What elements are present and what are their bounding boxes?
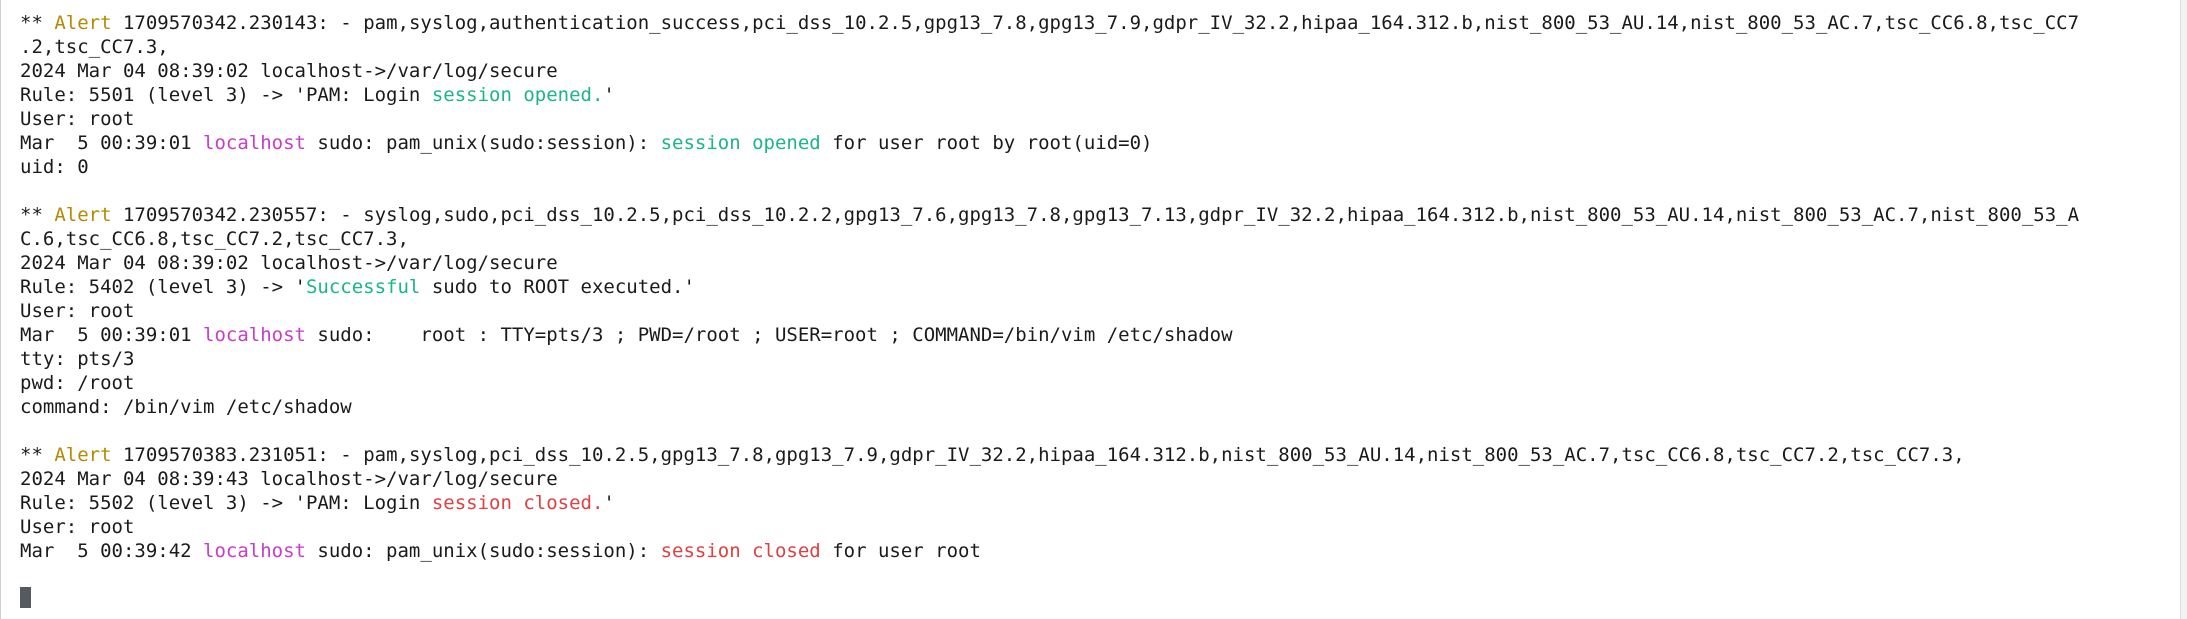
log-message: sudo: root : TTY=pts/3 ; PWD=/root ; USE… bbox=[305, 324, 1233, 346]
alert-field-line: pwd: /root bbox=[20, 372, 135, 394]
alert-field-line: tty: pts/3 bbox=[20, 348, 135, 370]
alert-log-line: Mar 5 00:39:01 localhost sudo: root : TT… bbox=[20, 323, 2180, 347]
alert-user-line: User: root bbox=[20, 516, 135, 538]
terminal-window[interactable]: ** Alert 1709570342.230143: - pam,syslog… bbox=[0, 0, 2180, 619]
log-hostname: localhost bbox=[203, 132, 306, 154]
alert-user-line: User: root bbox=[20, 300, 135, 322]
alert-header: ** Alert 1709570383.231051: - pam,syslog… bbox=[20, 443, 2180, 467]
alert-header-text: 1709570342.230557: - syslog,sudo,pci_dss… bbox=[111, 204, 2080, 226]
rule-text: Rule: 5502 (level 3) -> 'PAM: Login bbox=[20, 492, 432, 514]
alert-label: Alert bbox=[54, 12, 112, 34]
log-timestamp: Mar 5 00:39:01 bbox=[20, 324, 204, 346]
log-hostname: localhost bbox=[203, 540, 306, 562]
log-hostname: localhost bbox=[203, 324, 306, 346]
alert-entry: ** Alert 1709570342.230557: - syslog,sud… bbox=[20, 203, 2180, 419]
alert-log-line: Mar 5 00:39:01 localhost sudo: pam_unix(… bbox=[20, 131, 2180, 155]
alert-label: Alert bbox=[54, 444, 112, 466]
alert-entry: ** Alert 1709570383.231051: - pam,syslog… bbox=[20, 443, 2180, 563]
rule-text-end: sudo to ROOT executed.' bbox=[420, 276, 695, 298]
rule-text: Rule: 5402 (level 3) -> ' bbox=[20, 276, 306, 298]
alert-rule-line: Rule: 5501 (level 3) -> 'PAM: Login sess… bbox=[20, 83, 2180, 107]
alert-prefix: ** bbox=[20, 204, 55, 226]
scrollbar[interactable] bbox=[2180, 0, 2187, 619]
alert-rule-line: Rule: 5502 (level 3) -> 'PAM: Login sess… bbox=[20, 491, 2180, 515]
alert-header-wrap: C.6,tsc_CC6.8,tsc_CC7.2,tsc_CC7.3, bbox=[20, 228, 409, 250]
alert-field-line: uid: 0 bbox=[20, 156, 89, 178]
alert-header-text: 1709570383.231051: - pam,syslog,pci_dss_… bbox=[111, 444, 1965, 466]
log-message: sudo: pam_unix(sudo:session): bbox=[305, 132, 661, 154]
alert-log-line: Mar 5 00:39:42 localhost sudo: pam_unix(… bbox=[20, 539, 2180, 563]
text-cursor bbox=[20, 587, 31, 608]
prompt-line[interactable] bbox=[20, 587, 31, 608]
alert-entry: ** Alert 1709570342.230143: - pam,syslog… bbox=[20, 11, 2180, 179]
terminal-output: ** Alert 1709570342.230143: - pam,syslog… bbox=[20, 11, 2180, 563]
rule-text-end: ' bbox=[603, 492, 615, 514]
alert-field-line: command: /bin/vim /etc/shadow bbox=[20, 396, 352, 418]
alert-date-line: 2024 Mar 04 08:39:02 localhost->/var/log… bbox=[20, 60, 558, 82]
log-message-end: for user root bbox=[820, 540, 981, 562]
alert-rule-line: Rule: 5402 (level 3) -> 'Successful sudo… bbox=[20, 275, 2180, 299]
rule-text: Rule: 5501 (level 3) -> 'PAM: Login bbox=[20, 84, 432, 106]
alert-header: ** Alert 1709570342.230143: - pam,syslog… bbox=[20, 11, 2180, 35]
rule-highlight: session closed. bbox=[431, 492, 604, 514]
rule-text-end: ' bbox=[603, 84, 615, 106]
log-highlight: session closed bbox=[660, 540, 821, 562]
log-timestamp: Mar 5 00:39:42 bbox=[20, 540, 204, 562]
alert-header-wrap: .2,tsc_CC7.3, bbox=[20, 36, 169, 58]
log-message: sudo: pam_unix(sudo:session): bbox=[305, 540, 661, 562]
alert-label: Alert bbox=[54, 204, 112, 226]
rule-highlight: Successful bbox=[305, 276, 421, 298]
log-message-end: for user root by root(uid=0) bbox=[820, 132, 1153, 154]
rule-highlight: session opened. bbox=[431, 84, 604, 106]
alert-prefix: ** bbox=[20, 12, 55, 34]
alert-header-text: 1709570342.230143: - pam,syslog,authenti… bbox=[111, 12, 2080, 34]
alert-prefix: ** bbox=[20, 444, 55, 466]
log-highlight: session opened bbox=[660, 132, 821, 154]
log-timestamp: Mar 5 00:39:01 bbox=[20, 132, 204, 154]
alert-header: ** Alert 1709570342.230557: - syslog,sud… bbox=[20, 203, 2180, 227]
alert-date-line: 2024 Mar 04 08:39:43 localhost->/var/log… bbox=[20, 468, 558, 490]
alert-date-line: 2024 Mar 04 08:39:02 localhost->/var/log… bbox=[20, 252, 558, 274]
alert-user-line: User: root bbox=[20, 108, 135, 130]
